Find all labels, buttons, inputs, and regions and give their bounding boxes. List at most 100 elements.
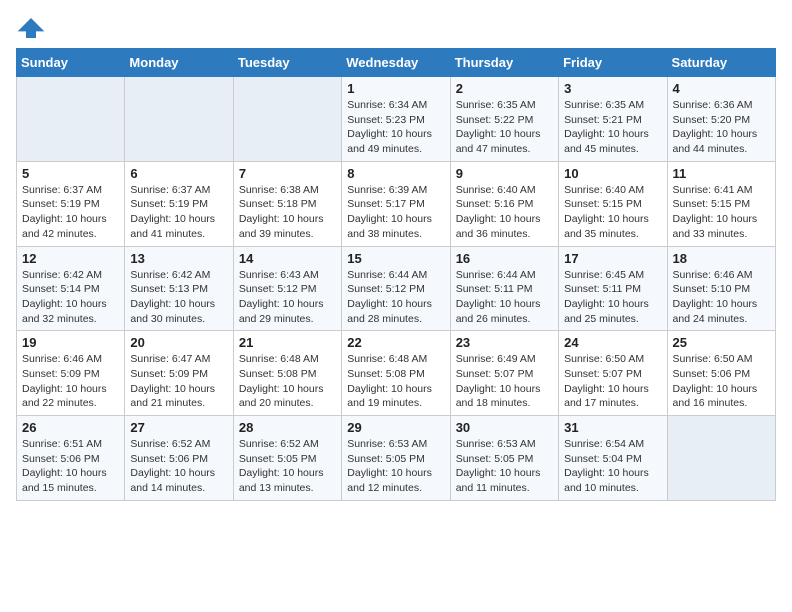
day-number: 4 [673,81,770,96]
calendar-cell: 26 Sunrise: 6:51 AM Sunset: 5:06 PM Dayli… [17,416,125,501]
weekday-header: Tuesday [233,49,341,77]
day-info: Sunrise: 6:41 AM Sunset: 5:15 PM Dayligh… [673,183,770,242]
day-number: 7 [239,166,336,181]
weekday-header: Thursday [450,49,558,77]
calendar-cell [233,77,341,162]
day-number: 25 [673,335,770,350]
day-number: 5 [22,166,119,181]
day-info: Sunrise: 6:39 AM Sunset: 5:17 PM Dayligh… [347,183,444,242]
day-number: 19 [22,335,119,350]
day-info: Sunrise: 6:46 AM Sunset: 5:10 PM Dayligh… [673,268,770,327]
calendar-cell [667,416,775,501]
calendar-cell: 13 Sunrise: 6:42 AM Sunset: 5:13 PM Dayli… [125,246,233,331]
day-number: 17 [564,251,661,266]
day-info: Sunrise: 6:44 AM Sunset: 5:11 PM Dayligh… [456,268,553,327]
day-number: 13 [130,251,227,266]
day-info: Sunrise: 6:35 AM Sunset: 5:22 PM Dayligh… [456,98,553,157]
day-number: 31 [564,420,661,435]
calendar-cell: 27 Sunrise: 6:52 AM Sunset: 5:06 PM Dayli… [125,416,233,501]
weekday-header: Monday [125,49,233,77]
calendar-cell: 5 Sunrise: 6:37 AM Sunset: 5:19 PM Daylig… [17,161,125,246]
day-info: Sunrise: 6:54 AM Sunset: 5:04 PM Dayligh… [564,437,661,496]
calendar-cell: 2 Sunrise: 6:35 AM Sunset: 5:22 PM Daylig… [450,77,558,162]
day-info: Sunrise: 6:40 AM Sunset: 5:16 PM Dayligh… [456,183,553,242]
calendar-cell: 25 Sunrise: 6:50 AM Sunset: 5:06 PM Dayli… [667,331,775,416]
day-info: Sunrise: 6:52 AM Sunset: 5:06 PM Dayligh… [130,437,227,496]
calendar-cell: 19 Sunrise: 6:46 AM Sunset: 5:09 PM Dayli… [17,331,125,416]
weekday-header: Saturday [667,49,775,77]
day-info: Sunrise: 6:49 AM Sunset: 5:07 PM Dayligh… [456,352,553,411]
day-number: 30 [456,420,553,435]
day-number: 12 [22,251,119,266]
day-info: Sunrise: 6:51 AM Sunset: 5:06 PM Dayligh… [22,437,119,496]
day-number: 16 [456,251,553,266]
day-number: 23 [456,335,553,350]
day-info: Sunrise: 6:48 AM Sunset: 5:08 PM Dayligh… [239,352,336,411]
day-info: Sunrise: 6:44 AM Sunset: 5:12 PM Dayligh… [347,268,444,327]
calendar-week-row: 19 Sunrise: 6:46 AM Sunset: 5:09 PM Dayli… [17,331,776,416]
calendar-cell: 20Sunrise: 6:47 AM Sunset: 5:09 PM Dayli… [125,331,233,416]
calendar-cell: 7 Sunrise: 6:38 AM Sunset: 5:18 PM Daylig… [233,161,341,246]
day-info: Sunrise: 6:38 AM Sunset: 5:18 PM Dayligh… [239,183,336,242]
weekday-header: Sunday [17,49,125,77]
calendar-cell: 22 Sunrise: 6:48 AM Sunset: 5:08 PM Dayli… [342,331,450,416]
day-number: 20 [130,335,227,350]
calendar-cell: 12 Sunrise: 6:42 AM Sunset: 5:14 PM Dayli… [17,246,125,331]
day-number: 21 [239,335,336,350]
day-number: 8 [347,166,444,181]
day-number: 22 [347,335,444,350]
weekday-header: Friday [559,49,667,77]
calendar-cell: 11 Sunrise: 6:41 AM Sunset: 5:15 PM Dayli… [667,161,775,246]
day-info: Sunrise: 6:40 AM Sunset: 5:15 PM Dayligh… [564,183,661,242]
day-number: 1 [347,81,444,96]
day-info: Sunrise: 6:43 AM Sunset: 5:12 PM Dayligh… [239,268,336,327]
calendar-cell: 29Sunrise: 6:53 AM Sunset: 5:05 PM Dayli… [342,416,450,501]
day-number: 6 [130,166,227,181]
calendar-cell: 8 Sunrise: 6:39 AM Sunset: 5:17 PM Daylig… [342,161,450,246]
day-number: 2 [456,81,553,96]
calendar-cell: 9 Sunrise: 6:40 AM Sunset: 5:16 PM Daylig… [450,161,558,246]
calendar-cell: 6Sunrise: 6:37 AM Sunset: 5:19 PM Daylig… [125,161,233,246]
calendar-cell: 21 Sunrise: 6:48 AM Sunset: 5:08 PM Dayli… [233,331,341,416]
logo-icon [16,16,46,40]
calendar-week-row: 12 Sunrise: 6:42 AM Sunset: 5:14 PM Dayli… [17,246,776,331]
day-number: 28 [239,420,336,435]
calendar-week-row: 5 Sunrise: 6:37 AM Sunset: 5:19 PM Daylig… [17,161,776,246]
day-info: Sunrise: 6:45 AM Sunset: 5:11 PM Dayligh… [564,268,661,327]
day-info: Sunrise: 6:42 AM Sunset: 5:13 PM Dayligh… [130,268,227,327]
day-number: 29 [347,420,444,435]
calendar-week-row: 26 Sunrise: 6:51 AM Sunset: 5:06 PM Dayli… [17,416,776,501]
calendar-header-row: SundayMondayTuesdayWednesdayThursdayFrid… [17,49,776,77]
calendar-cell: 23 Sunrise: 6:49 AM Sunset: 5:07 PM Dayli… [450,331,558,416]
day-info: Sunrise: 6:48 AM Sunset: 5:08 PM Dayligh… [347,352,444,411]
day-info: Sunrise: 6:34 AM Sunset: 5:23 PM Dayligh… [347,98,444,157]
day-info: Sunrise: 6:53 AM Sunset: 5:05 PM Dayligh… [456,437,553,496]
day-number: 27 [130,420,227,435]
calendar-week-row: 1 Sunrise: 6:34 AM Sunset: 5:23 PM Daylig… [17,77,776,162]
day-info: Sunrise: 6:42 AM Sunset: 5:14 PM Dayligh… [22,268,119,327]
logo [16,16,50,40]
day-number: 26 [22,420,119,435]
day-info: Sunrise: 6:52 AM Sunset: 5:05 PM Dayligh… [239,437,336,496]
day-number: 9 [456,166,553,181]
calendar-cell: 24Sunrise: 6:50 AM Sunset: 5:07 PM Dayli… [559,331,667,416]
calendar-cell: 10 Sunrise: 6:40 AM Sunset: 5:15 PM Dayli… [559,161,667,246]
day-info: Sunrise: 6:50 AM Sunset: 5:06 PM Dayligh… [673,352,770,411]
calendar-cell: 15 Sunrise: 6:44 AM Sunset: 5:12 PM Dayli… [342,246,450,331]
calendar: SundayMondayTuesdayWednesdayThursdayFrid… [16,48,776,501]
calendar-cell: 3Sunrise: 6:35 AM Sunset: 5:21 PM Daylig… [559,77,667,162]
day-number: 24 [564,335,661,350]
calendar-cell [17,77,125,162]
day-number: 10 [564,166,661,181]
calendar-cell: 14 Sunrise: 6:43 AM Sunset: 5:12 PM Dayli… [233,246,341,331]
day-number: 15 [347,251,444,266]
day-number: 3 [564,81,661,96]
calendar-cell: 17 Sunrise: 6:45 AM Sunset: 5:11 PM Dayli… [559,246,667,331]
day-number: 11 [673,166,770,181]
day-info: Sunrise: 6:36 AM Sunset: 5:20 PM Dayligh… [673,98,770,157]
calendar-cell [125,77,233,162]
day-info: Sunrise: 6:37 AM Sunset: 5:19 PM Dayligh… [22,183,119,242]
calendar-cell: 18Sunrise: 6:46 AM Sunset: 5:10 PM Dayli… [667,246,775,331]
day-info: Sunrise: 6:46 AM Sunset: 5:09 PM Dayligh… [22,352,119,411]
day-number: 14 [239,251,336,266]
